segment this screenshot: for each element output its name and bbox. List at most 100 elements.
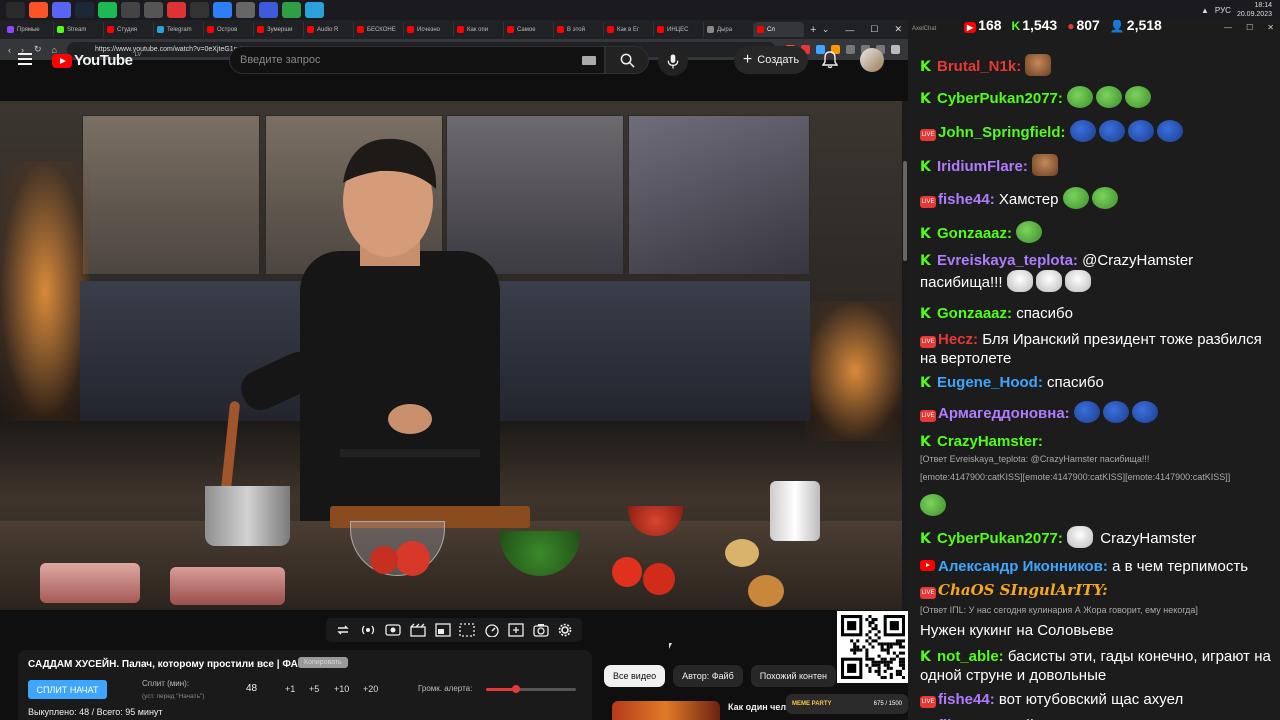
chat-nickname[interactable]: not_able: bbox=[937, 648, 1004, 665]
browser-tab[interactable]: Студия bbox=[104, 22, 154, 37]
app-icon[interactable] bbox=[236, 2, 255, 18]
clapper-icon[interactable] bbox=[410, 623, 426, 637]
frame-icon[interactable] bbox=[459, 623, 475, 637]
copy-button[interactable]: Копировать bbox=[298, 657, 348, 668]
chat-nickname[interactable]: CyberPukan2077: bbox=[937, 530, 1063, 547]
alert-volume-knob[interactable] bbox=[511, 685, 520, 693]
telegram-icon[interactable] bbox=[305, 2, 324, 18]
add-20-button[interactable]: +20 bbox=[363, 684, 378, 694]
add-frame-icon[interactable] bbox=[508, 623, 525, 637]
app-icon[interactable] bbox=[259, 2, 278, 18]
browser-tab[interactable]: Как опи bbox=[454, 22, 504, 37]
discord-icon[interactable] bbox=[52, 2, 71, 18]
recommended-video-thumbnail[interactable] bbox=[612, 701, 720, 720]
chat-nickname[interactable]: Gonzaaaz: bbox=[937, 305, 1012, 322]
chat-nickname[interactable]: CrazyHamster: bbox=[937, 433, 1043, 450]
minimize-button[interactable]: — bbox=[1224, 23, 1232, 32]
chat-nickname[interactable]: fishe44: bbox=[938, 191, 995, 208]
spotify-icon[interactable] bbox=[98, 2, 117, 18]
keyboard-icon[interactable] bbox=[582, 56, 596, 65]
browser-tab[interactable]: Дыра bbox=[704, 22, 754, 37]
tab-favicon-icon bbox=[457, 26, 464, 33]
chat-nickname[interactable]: John_Springfield: bbox=[938, 124, 1066, 141]
broadcast-icon[interactable] bbox=[359, 623, 377, 637]
chat-nickname[interactable]: CyberPukan2077: bbox=[937, 90, 1063, 107]
search-input[interactable]: Введите запрос bbox=[229, 46, 605, 74]
minimize-button[interactable]: — bbox=[845, 25, 854, 35]
add-10-button[interactable]: +10 bbox=[334, 684, 349, 694]
chat-nickname[interactable]: ChaOS SIngulArITY: bbox=[938, 581, 1108, 599]
clock[interactable]: 18:14 20.09.2023 bbox=[1237, 1, 1272, 19]
tab-search-icon[interactable]: ⌄ bbox=[822, 24, 830, 35]
tab-favicon-icon bbox=[307, 26, 314, 33]
add-1-button[interactable]: +1 bbox=[285, 684, 295, 694]
browser-tab[interactable]: Сл bbox=[754, 22, 804, 37]
chat-nickname[interactable]: Армагеддоновна: bbox=[938, 405, 1070, 422]
chat-nickname[interactable]: Eugene_Hood: bbox=[937, 374, 1043, 391]
maximize-button[interactable]: ☐ bbox=[1246, 23, 1253, 32]
recommended-video-title[interactable]: Как один чел bbox=[728, 702, 786, 712]
steam-icon[interactable] bbox=[75, 2, 94, 18]
account-avatar[interactable] bbox=[860, 48, 884, 72]
chat-nickname[interactable]: Hecz: bbox=[938, 331, 978, 348]
camera-icon[interactable] bbox=[533, 623, 549, 637]
voice-search-button[interactable] bbox=[658, 46, 688, 76]
chat-nickname[interactable]: IridiumFlare: bbox=[937, 158, 1028, 175]
browser-tab[interactable]: БЕСКОНЕ bbox=[354, 22, 404, 37]
split-minutes-input[interactable]: 48 bbox=[246, 683, 257, 694]
chip-similar[interactable]: Похожий контен bbox=[750, 665, 837, 687]
maximize-button[interactable]: ☐ bbox=[870, 24, 878, 35]
browser-tab[interactable]: Stream bbox=[54, 22, 104, 37]
video-player[interactable] bbox=[0, 101, 908, 610]
browser-tab[interactable]: Исчезно bbox=[404, 22, 454, 37]
clock-date: 20.09.2023 bbox=[1236, 11, 1272, 18]
tab-strip: Прямые Stream Студия Telegram Остров Зумерши A… bbox=[0, 20, 908, 39]
loop-icon[interactable] bbox=[336, 623, 350, 637]
chat-nickname[interactable]: fishe44: bbox=[938, 691, 995, 708]
hamburger-menu-icon[interactable] bbox=[18, 53, 32, 65]
chip-author[interactable]: Автор: Файб bbox=[673, 665, 743, 687]
add-5-button[interactable]: +5 bbox=[309, 684, 319, 694]
browser-tab[interactable]: Остров bbox=[204, 22, 254, 37]
browser-tab[interactable]: ИНЦЕС bbox=[654, 22, 704, 37]
close-button[interactable]: ✕ bbox=[1267, 23, 1274, 32]
alert-volume-slider[interactable] bbox=[486, 685, 576, 693]
browser-tab[interactable]: Прямые bbox=[4, 22, 54, 37]
close-button[interactable]: ✕ bbox=[894, 24, 902, 35]
network-icon[interactable]: ▲ bbox=[1201, 6, 1209, 15]
brave-icon[interactable] bbox=[29, 2, 48, 18]
browser-tab[interactable]: Как в Ег bbox=[604, 22, 654, 37]
app-icon[interactable] bbox=[213, 2, 232, 18]
new-tab-button[interactable]: + bbox=[810, 24, 816, 36]
screenshot-icon[interactable] bbox=[385, 623, 402, 637]
chat-message: K CyberPukan2077: CrazyHamster bbox=[920, 526, 1276, 548]
youtube-logo[interactable]: YouTube LV bbox=[52, 52, 141, 69]
browser-tab[interactable]: В этой bbox=[554, 22, 604, 37]
app-icon[interactable] bbox=[282, 2, 301, 18]
app-icon[interactable] bbox=[121, 2, 140, 18]
speed-gauge-icon[interactable] bbox=[484, 623, 500, 637]
language-indicator[interactable]: РУС bbox=[1215, 6, 1231, 15]
settings-gear-icon[interactable] bbox=[558, 623, 572, 637]
search-button[interactable] bbox=[605, 46, 649, 74]
x-icon[interactable] bbox=[144, 2, 163, 18]
notifications-bell-icon[interactable] bbox=[822, 51, 838, 69]
obs-icon[interactable] bbox=[190, 2, 209, 18]
create-button[interactable]: + Создать bbox=[734, 46, 808, 74]
browser-tab[interactable]: Зумерши bbox=[254, 22, 304, 37]
chat-nickname[interactable]: Gonzaaaz: bbox=[937, 225, 1012, 242]
tab-favicon-icon bbox=[607, 26, 614, 33]
frog-emote-icon bbox=[1062, 187, 1089, 209]
chat-nickname[interactable]: Александр Иконников: bbox=[938, 558, 1108, 575]
chrome-icon[interactable] bbox=[167, 2, 186, 18]
browser-tab[interactable]: Самое bbox=[504, 22, 554, 37]
taskbar-apps bbox=[0, 2, 326, 18]
chat-nickname[interactable]: Brutal_N1k: bbox=[937, 58, 1021, 75]
chip-all-videos[interactable]: Все видео bbox=[604, 665, 666, 687]
chat-nickname[interactable]: Evreiskaya_teplota: bbox=[937, 252, 1078, 269]
windows-icon[interactable] bbox=[6, 2, 25, 18]
split-start-button[interactable]: СПЛИТ НАЧАТ bbox=[28, 680, 107, 699]
browser-tab[interactable]: Audio R bbox=[304, 22, 354, 37]
browser-tab[interactable]: Telegram bbox=[154, 22, 204, 37]
pip-icon[interactable] bbox=[435, 623, 451, 637]
